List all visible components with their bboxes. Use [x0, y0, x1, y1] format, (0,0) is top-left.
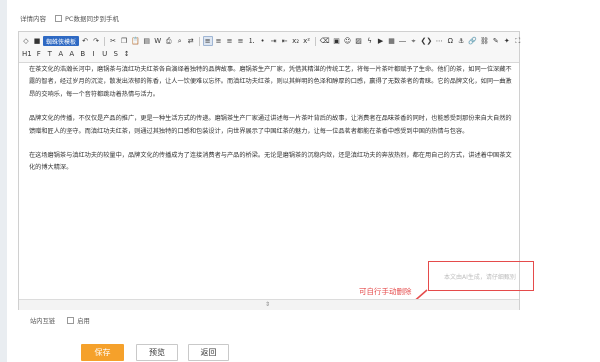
- table-icon[interactable]: ▦: [387, 36, 397, 46]
- image-icon[interactable]: ▨: [354, 36, 364, 46]
- font-family-icon[interactable]: F: [34, 49, 44, 59]
- select-all-icon[interactable]: ▣: [332, 36, 342, 46]
- print-icon[interactable]: ⎙: [164, 36, 174, 46]
- save-button[interactable]: 保存: [81, 344, 124, 361]
- paste-text-icon[interactable]: ▤: [142, 36, 152, 46]
- anchor-icon[interactable]: ⚓: [456, 36, 466, 46]
- align-center-icon[interactable]: ≡: [214, 36, 224, 46]
- toolbar-separator: [104, 36, 106, 46]
- editor-resize-bar[interactable]: ⇕: [19, 299, 519, 310]
- toolbar-row-1: ◇ ■ 蜘蛛侠模板 ↶ ↷ ✂ ❐ 📋 ▤ W ⎙ ⌕ ⇄ ≡ ≡ ≡ ≡ ⒈ • ⇥ ⇤ x₂ x² ⌫ ▣ ☺ ▨ ϟ ▶ ▦ ― ⌖ ❮❯…: [21, 35, 523, 47]
- internal-link-row: 站内互链 启用: [30, 316, 90, 325]
- toolbar-row-2: H1 F T A A B I U S ↕: [21, 48, 132, 60]
- cut-icon[interactable]: ✂: [108, 36, 118, 46]
- rich-text-editor[interactable]: ◇ ■ 蜘蛛侠模板 ↶ ↷ ✂ ❐ 📋 ▤ W ⎙ ⌕ ⇄ ≡ ≡ ≡ ≡ ⒈ • ⇥ ⇤ x₂ x² ⌫ ▣ ☺ ▨ ϟ ▶ ▦ ― ⌖ ❮❯…: [18, 31, 534, 310]
- paragraph-3: 在这场磨锅茶与滇红功夫的较量中，品牌文化的传播成为了连接消费者与产品的桥梁。无论…: [29, 152, 512, 172]
- sync-checkbox[interactable]: [55, 14, 62, 22]
- internal-link-option: 启用: [77, 318, 90, 325]
- unordered-list-icon[interactable]: •: [258, 36, 268, 46]
- heading-icon[interactable]: H1: [21, 49, 33, 59]
- italic-icon[interactable]: I: [89, 49, 99, 59]
- paragraph-1: 在茶文化的浩瀚长河中，磨锅茶与滇红功夫红茶各自演绎着独特的品牌故事。磨锅茶生产厂…: [29, 66, 512, 98]
- undo-icon[interactable]: ↶: [80, 36, 90, 46]
- horizontal-rule-icon[interactable]: ―: [398, 36, 408, 46]
- source-code-icon[interactable]: ◇: [21, 36, 31, 46]
- internal-link-label: 站内互链: [30, 318, 56, 325]
- bold-icon[interactable]: B: [78, 49, 88, 59]
- code-icon[interactable]: ❮❯: [420, 36, 434, 46]
- strikethrough-icon[interactable]: S: [111, 49, 121, 59]
- detail-label: 详情内容: [20, 15, 46, 23]
- indent-icon[interactable]: ⇥: [269, 36, 279, 46]
- align-left-icon[interactable]: ≡: [202, 36, 213, 46]
- page-break-icon[interactable]: ⋯: [434, 36, 444, 46]
- link-icon[interactable]: 🔗: [467, 36, 478, 46]
- font-size-icon[interactable]: T: [45, 49, 55, 59]
- toolbar-separator: [314, 36, 316, 46]
- paragraph-2: 品牌文化的传播，不仅仅是产品的推广，更是一种生活方式的传递。磨锅茶生产厂家通过讲…: [29, 115, 512, 135]
- ordered-list-icon[interactable]: ⒈: [247, 36, 257, 46]
- detail-header: 详情内容 PC数据同步到手机: [20, 13, 119, 23]
- emoticon-icon[interactable]: ☺: [343, 36, 353, 46]
- annotation-label: 可自行手动删除: [359, 287, 412, 296]
- unlink-icon[interactable]: ⛓: [479, 36, 490, 46]
- paste-word-icon[interactable]: W: [153, 36, 163, 46]
- editor-content[interactable]: 在茶文化的浩瀚长河中，磨锅茶与滇红功夫红茶各自演绎着独特的品牌故事。磨锅茶生产厂…: [29, 64, 517, 187]
- resize-grip-icon[interactable]: ⇕: [265, 301, 270, 308]
- left-panel-edge: [0, 0, 7, 362]
- superscript-icon[interactable]: x²: [302, 36, 312, 46]
- internal-link-checkbox[interactable]: [67, 317, 75, 324]
- find-icon[interactable]: ⌕: [175, 36, 185, 46]
- fullscreen-icon[interactable]: ⛶: [513, 36, 523, 46]
- blue-tool-icon[interactable]: ■: [32, 36, 42, 46]
- highlight-icon[interactable]: ✎: [491, 36, 501, 46]
- outdent-icon[interactable]: ⇤: [280, 36, 290, 46]
- sync-label: PC数据同步到手机: [65, 15, 119, 23]
- map-icon[interactable]: ⌖: [409, 36, 419, 46]
- replace-icon[interactable]: ⇄: [186, 36, 196, 46]
- toolbar-separator: [198, 36, 200, 46]
- back-button[interactable]: 返回: [188, 344, 229, 361]
- preview-button[interactable]: 预览: [136, 344, 178, 361]
- line-height-icon[interactable]: ↕: [122, 49, 132, 59]
- background-color-icon[interactable]: A: [67, 49, 77, 59]
- align-justify-icon[interactable]: ≡: [236, 36, 246, 46]
- clear-format-icon[interactable]: ⌫: [319, 36, 331, 46]
- paste-icon[interactable]: 📋: [130, 36, 141, 46]
- clean-icon[interactable]: ✦: [502, 36, 512, 46]
- copy-icon[interactable]: ❐: [119, 36, 129, 46]
- redo-icon[interactable]: ↷: [91, 36, 101, 46]
- subscript-icon[interactable]: x₂: [291, 36, 301, 46]
- media-icon[interactable]: ▶: [376, 36, 386, 46]
- editor-toolbar: ◇ ■ 蜘蛛侠模板 ↶ ↷ ✂ ❐ 📋 ▤ W ⎙ ⌕ ⇄ ≡ ≡ ≡ ≡ ⒈ • ⇥ ⇤ x₂ x² ⌫ ▣ ☺ ▨ ϟ ▶ ▦ ― ⌖ ❮❯…: [19, 32, 520, 63]
- spiderman-template-button[interactable]: 蜘蛛侠模板: [43, 36, 80, 46]
- font-color-icon[interactable]: A: [56, 49, 66, 59]
- flash-icon[interactable]: ϟ: [365, 36, 375, 46]
- align-right-icon[interactable]: ≡: [225, 36, 235, 46]
- underline-icon[interactable]: U: [100, 49, 110, 59]
- special-char-icon[interactable]: Ω: [445, 36, 455, 46]
